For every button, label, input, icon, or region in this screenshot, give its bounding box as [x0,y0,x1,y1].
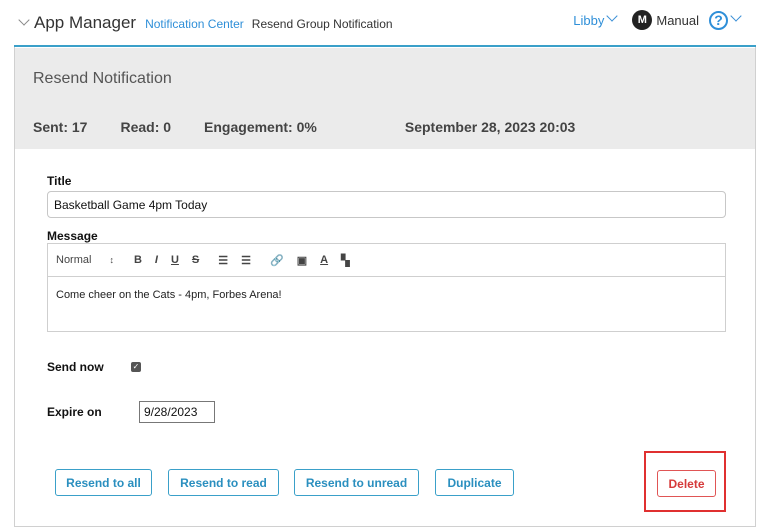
user-menu[interactable]: Libby [573,13,604,28]
title-input[interactable] [47,191,726,218]
message-editor[interactable]: Normal ↕ B I U S ☰ ☰ 🔗 ▣ A ▚ Come cheer … [47,243,726,332]
duplicate-button[interactable]: Duplicate [435,469,514,496]
message-body[interactable]: Come cheer on the Cats - 4pm, Forbes Are… [48,277,725,313]
notification-summary: Resend Notification Sent: 17 Read: 0 Eng… [15,48,755,149]
resend-to-all-button[interactable]: Resend to all [55,469,152,496]
message-label: Message [47,229,98,243]
sent-count: Sent: 17 [33,119,88,135]
bullet-list-icon[interactable]: ☰ [241,254,251,267]
delete-button[interactable]: Delete [657,470,716,497]
breadcrumb: App Manager Notification Center Resend G… [18,13,393,33]
image-icon[interactable]: ▣ [297,254,307,267]
sent-date: September 28, 2023 20:03 [404,119,576,135]
link-icon[interactable]: 🔗 [270,254,284,267]
ordered-list-icon[interactable]: ☰ [218,254,228,267]
expire-label: Expire on [47,405,102,419]
send-now-label: Send now [47,360,104,374]
chevron-down-icon[interactable] [18,14,30,26]
bold-button[interactable]: B [134,254,142,266]
top-bar: App Manager Notification Center Resend G… [14,0,756,47]
manual-icon-glyph: M [637,14,647,26]
editor-toolbar: Normal ↕ B I U S ☰ ☰ 🔗 ▣ A ▚ [48,244,725,277]
read-count: Read: 0 [120,119,172,135]
stats-row: Sent: 17 Read: 0 Engagement: 0% Septembe… [33,119,575,135]
expire-date-input[interactable] [139,401,215,423]
font-color-icon[interactable]: A [320,254,328,266]
breadcrumb-notification-center[interactable]: Notification Center [145,17,244,31]
engagement-stat: Engagement: 0% [204,119,317,135]
chevron-down-icon[interactable] [730,10,742,22]
text-style-select[interactable]: Normal [56,254,91,266]
user-area: Libby M Manual ? [573,10,746,30]
breadcrumb-current: Resend Group Notification [251,17,393,31]
resend-to-unread-button[interactable]: Resend to unread [294,469,419,496]
page-title: Resend Notification [33,70,172,87]
resend-to-read-button[interactable]: Resend to read [168,469,279,496]
background-color-icon[interactable]: ▚ [341,254,349,267]
send-now-checkbox[interactable]: ✓ [131,362,141,372]
manual-link[interactable]: Manual [656,13,699,28]
app-title[interactable]: App Manager [34,13,136,33]
italic-button[interactable]: I [155,254,158,266]
select-arrows-icon[interactable]: ↕ [109,255,114,265]
manual-icon[interactable]: M [632,10,653,30]
strikethrough-button[interactable]: S [192,254,199,266]
chevron-down-icon[interactable] [606,10,619,22]
help-icon[interactable]: ? [709,10,728,30]
underline-button[interactable]: U [171,254,179,266]
title-label: Title [47,174,72,188]
